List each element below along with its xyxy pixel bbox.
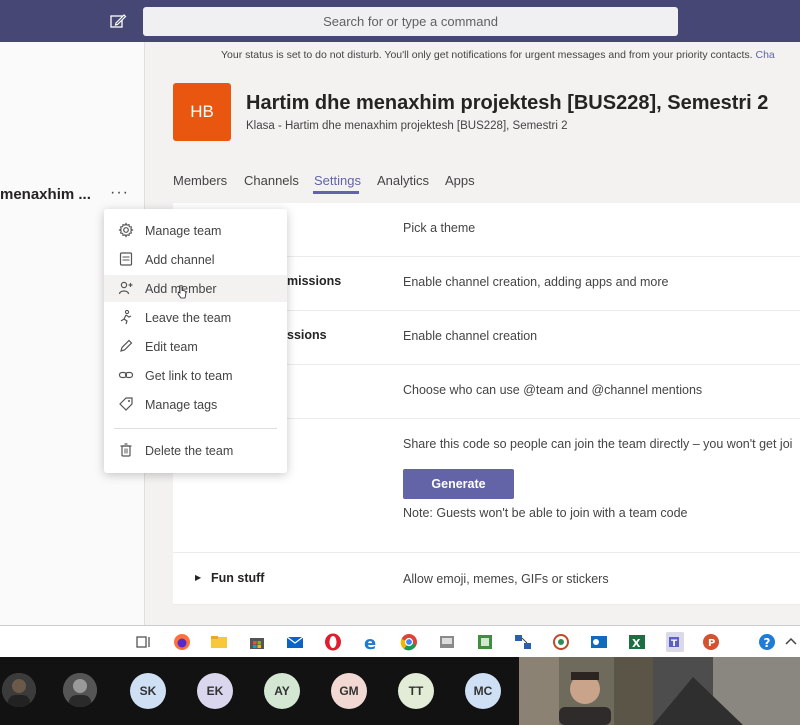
settings-row-member-permissions-description: Enable channel creation, adding apps and… bbox=[403, 275, 669, 289]
mouse-cursor-icon bbox=[177, 285, 187, 299]
teams-icon[interactable]: T bbox=[665, 632, 685, 652]
tag-icon bbox=[119, 397, 133, 411]
participant-avatar: AY bbox=[264, 673, 300, 709]
participant-avatar: TT bbox=[398, 673, 434, 709]
team-code-note: Note: Guests won't be able to join with … bbox=[403, 506, 688, 520]
change-status-link[interactable]: Cha bbox=[756, 49, 775, 61]
generate-button[interactable]: Generate bbox=[403, 469, 514, 499]
menu-item-label: Leave the team bbox=[145, 311, 232, 325]
trash-icon bbox=[120, 443, 132, 457]
firefox-icon[interactable] bbox=[172, 632, 192, 652]
participant-avatar: SK bbox=[130, 673, 166, 709]
menu-item-add-member[interactable]: Add member bbox=[104, 275, 287, 302]
add-person-icon bbox=[118, 281, 133, 295]
settings-row-member-permissions-title: missions bbox=[287, 274, 342, 288]
page-subtitle: Klasa - Hartim dhe menaxhim projektesh [… bbox=[246, 120, 568, 132]
participant-video bbox=[653, 657, 800, 725]
outlook-icon[interactable] bbox=[589, 632, 609, 652]
menu-item-edit-team[interactable]: Edit team bbox=[104, 333, 287, 360]
status-message: Your status is set to do not disturb. Yo… bbox=[221, 49, 753, 61]
mail-icon[interactable] bbox=[285, 632, 305, 652]
participant-video bbox=[519, 657, 653, 725]
svg-text:?: ? bbox=[764, 636, 771, 650]
tab-channels[interactable]: Channels bbox=[244, 173, 299, 188]
menu-item-manage-team[interactable]: Manage team bbox=[104, 217, 287, 244]
search-input[interactable]: Search for or type a command bbox=[143, 7, 678, 36]
status-banner: Your status is set to do not disturb. Yo… bbox=[145, 42, 800, 68]
opera-icon[interactable] bbox=[323, 632, 343, 652]
menu-item-manage-tags[interactable]: Manage tags bbox=[104, 391, 287, 418]
settings-row-team-code-description: Share this code so people can join the t… bbox=[403, 437, 793, 451]
team-context-menu: Manage team Add channel Add member Leave… bbox=[104, 209, 287, 473]
excel-icon[interactable]: X bbox=[627, 632, 647, 652]
link-icon bbox=[118, 371, 134, 379]
network-icon[interactable] bbox=[513, 632, 533, 652]
menu-item-label: Delete the team bbox=[145, 444, 234, 458]
participant-avatar: EK bbox=[197, 673, 233, 709]
chevron-up-icon[interactable] bbox=[781, 632, 800, 652]
edge-icon[interactable]: e bbox=[361, 632, 381, 652]
menu-item-label: Get link to team bbox=[145, 369, 233, 383]
app-icon[interactable] bbox=[437, 632, 457, 652]
svg-text:e: e bbox=[364, 633, 376, 652]
chrome-icon[interactable] bbox=[399, 632, 419, 652]
compose-icon[interactable] bbox=[108, 11, 128, 31]
menu-item-label: Manage tags bbox=[145, 398, 218, 412]
menu-item-get-link[interactable]: Get link to team bbox=[104, 362, 287, 389]
more-options-icon[interactable]: ··· bbox=[110, 184, 129, 202]
menu-item-label: Add channel bbox=[145, 253, 215, 267]
participant-avatar: GM bbox=[331, 673, 367, 709]
participant-photo bbox=[2, 673, 36, 707]
menu-item-add-channel[interactable]: Add channel bbox=[104, 246, 287, 273]
app-icon[interactable] bbox=[551, 632, 571, 652]
channel-icon bbox=[119, 252, 133, 266]
pencil-icon bbox=[120, 339, 133, 352]
tab-members[interactable]: Members bbox=[173, 173, 227, 188]
settings-row-fun-stuff-description: Allow emoji, memes, GIFs or stickers bbox=[403, 572, 609, 586]
store-icon[interactable] bbox=[247, 632, 267, 652]
svg-text:X: X bbox=[632, 637, 641, 650]
active-tab-indicator bbox=[313, 191, 359, 194]
settings-row-guest-permissions-description: Enable channel creation bbox=[403, 329, 538, 343]
leave-icon bbox=[120, 309, 132, 325]
help-icon[interactable]: ? bbox=[757, 632, 777, 652]
participant-photo bbox=[63, 673, 97, 707]
svg-text:P: P bbox=[708, 638, 715, 649]
app-icon[interactable] bbox=[475, 632, 495, 652]
menu-item-delete-team[interactable]: Delete the team bbox=[104, 437, 287, 464]
menu-item-leave-team[interactable]: Leave the team bbox=[104, 304, 287, 331]
settings-row-theme-description: Pick a theme bbox=[403, 221, 476, 235]
file-explorer-icon[interactable] bbox=[209, 632, 229, 652]
tab-apps[interactable]: Apps bbox=[445, 173, 475, 188]
task-view-icon[interactable] bbox=[134, 632, 154, 652]
settings-row-mentions-description: Choose who can use @team and @channel me… bbox=[403, 383, 703, 397]
svg-text:T: T bbox=[671, 639, 678, 649]
tab-settings[interactable]: Settings bbox=[314, 173, 361, 188]
settings-row-guest-permissions-title: ssions bbox=[287, 328, 327, 342]
gear-icon bbox=[118, 222, 134, 238]
powerpoint-icon[interactable]: P bbox=[701, 632, 721, 652]
team-list-item-name[interactable]: menaxhim ... bbox=[0, 186, 91, 203]
page-title: Hartim dhe menaxhim projektesh [BUS228],… bbox=[246, 92, 769, 114]
expand-caret-icon[interactable]: ▶ bbox=[195, 573, 201, 582]
participant-avatar: MC bbox=[465, 673, 501, 709]
team-avatar: HB bbox=[173, 83, 231, 141]
menu-item-label: Manage team bbox=[145, 224, 222, 238]
tab-analytics[interactable]: Analytics bbox=[377, 173, 429, 188]
menu-divider bbox=[114, 428, 277, 429]
settings-row-fun-stuff-title: Fun stuff bbox=[211, 571, 265, 585]
menu-item-label: Edit team bbox=[145, 340, 198, 354]
